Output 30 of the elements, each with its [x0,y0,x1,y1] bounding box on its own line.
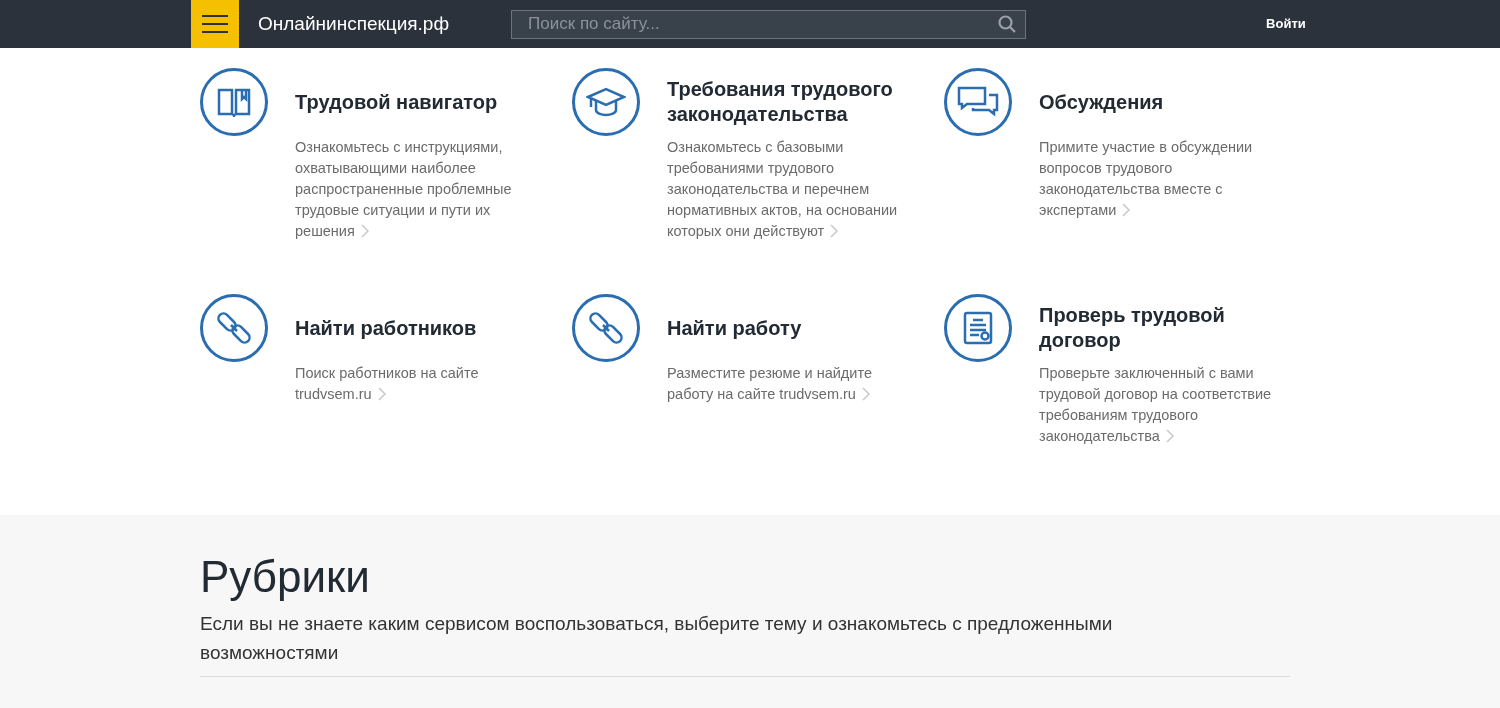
service-title[interactable]: Проверь трудовой договор [1039,303,1304,353]
rubrics-intro: Если вы не знаете каким сервисом воспользоваться, выберите тему и ознакомьтесь с предложенными возможностями [200,612,1114,665]
menu-button[interactable] [191,0,239,48]
chevron-right-icon [377,387,386,401]
book-icon [217,87,251,117]
search-icon [998,14,1017,33]
service-description-link[interactable]: Проверьте заключенный с вами трудовой договор на соответствие требованиям трудового законодательства [1039,363,1289,447]
service-title[interactable]: Трудовой навигатор [295,89,498,115]
chevron-right-icon [360,224,369,238]
search-field[interactable]: Поиск по сайту... [511,9,1027,39]
menu-icon [202,15,228,33]
chevron-right-icon [861,387,870,401]
service-description-link[interactable]: Поиск работников на сайте trudvsem.ru [295,363,545,405]
service-title[interactable]: Найти работников [295,315,477,341]
service-description-link[interactable]: Ознакомьтесь с инструкциями, охватывающими наиболее распространенные проблемные трудовые ситуации и пути их решения [295,137,545,242]
document-icon [962,310,994,346]
login-link[interactable]: Войти [1266,14,1306,34]
service-description-link[interactable]: Ознакомьтесь с базовыми требованиями трудового законодательства и перечнем нормативных актов, на основании которых они действуют [667,137,917,242]
service-title[interactable]: Найти работу [667,315,802,341]
chevron-right-icon [830,224,839,238]
graduation-cap-icon [586,86,626,118]
site-logo[interactable]: Онлайнинспекция.рф [258,9,450,39]
chevron-right-icon [1122,203,1131,217]
chat-icon [956,85,1000,119]
service-title[interactable]: Требования трудового законодательства [667,77,932,127]
rubrics-heading: Рубрики [200,551,371,603]
chevron-right-icon [1165,429,1174,443]
service-description-link[interactable]: Примите участие в обсуждении вопросов трудового законодательства вместе с экспертами [1039,137,1289,221]
service-description-link[interactable]: Разместите резюме и найдите работу на сайте trudvsem.ru [667,363,917,405]
service-title[interactable]: Обсуждения [1039,89,1164,115]
